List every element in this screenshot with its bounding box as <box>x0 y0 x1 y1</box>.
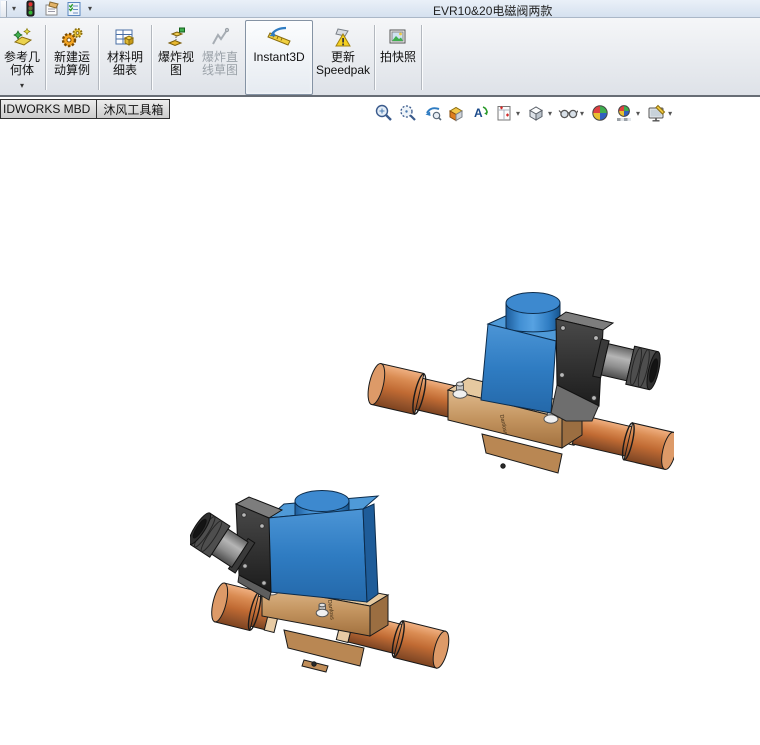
chevron-down-icon[interactable]: ▾ <box>9 4 19 13</box>
instant3d-icon <box>264 25 294 51</box>
window-title: EVR10&20电磁阀两款 <box>433 4 553 18</box>
display-style-icon[interactable] <box>526 103 546 123</box>
view-settings-icon[interactable] <box>646 103 666 123</box>
take-snapshot-button[interactable]: 拍快照 <box>378 20 418 95</box>
heads-up-view-toolbar: A ▾ ▾ ▾ ▾ ▾ <box>372 103 676 123</box>
cable-gland[interactable] <box>592 338 663 391</box>
exploded-view-button[interactable]: 爆炸视 图 <box>155 20 197 95</box>
title-bar: ▾ ▾ EVR10&20电磁阀两款 <box>0 0 760 18</box>
update-speedpak-button[interactable]: 更新 Speedpak <box>315 20 371 95</box>
quick-access-toolbar: ▾ ▾ <box>0 0 95 17</box>
reference-geometry-button[interactable]: 参考几 何体 ▾ <box>2 20 42 95</box>
edit-appearance-icon[interactable] <box>590 103 610 123</box>
button-label-line1: Instant3D <box>253 50 305 64</box>
new-motion-study-button[interactable]: 新建运 动算例 <box>49 20 95 95</box>
view-orientation-icon[interactable] <box>494 103 514 123</box>
toolbar-separator <box>151 25 152 90</box>
model-valve-upper[interactable]: Danfoss <box>366 272 678 479</box>
zoom-to-fit-icon[interactable] <box>374 103 394 123</box>
chevron-down-icon[interactable]: ▾ <box>580 109 584 118</box>
commandmanager-tab-row: IDWORKS MBD 沐风工具箱 <box>0 99 171 119</box>
previous-view-icon[interactable] <box>422 103 442 123</box>
solenoid-coil[interactable] <box>266 490 380 603</box>
bill-of-materials-button[interactable]: 材料明 细表 <box>102 20 148 95</box>
button-label-line2: Speedpak <box>315 63 371 77</box>
button-label-line2: 何体 <box>9 63 34 77</box>
tab-label: 沐风工具箱 <box>103 102 164 117</box>
hide-show-items-icon[interactable] <box>558 103 579 123</box>
button-label-line2: 动算例 <box>53 63 90 77</box>
zoom-to-area-icon[interactable] <box>398 103 418 123</box>
apply-scene-icon[interactable] <box>614 103 634 123</box>
reference-geometry-icon <box>10 25 34 51</box>
button-label-line2: 图 <box>169 63 182 77</box>
button-label-line1: 拍快照 <box>379 50 416 64</box>
svg-text:A: A <box>474 106 483 120</box>
tab-label: IDWORKS MBD <box>3 102 91 116</box>
chevron-down-icon[interactable]: ▾ <box>668 109 672 118</box>
instant3d-button[interactable]: Instant3D <box>245 20 313 95</box>
toolbar-separator <box>45 25 46 90</box>
tab-solidworks-mbd[interactable]: IDWORKS MBD <box>0 99 97 119</box>
new-motion-study-icon <box>59 25 85 51</box>
graphics-area[interactable]: IDWORKS MBD 沐风工具箱 A ▾ ▾ ▾ ▾ ▾ Danfoss Da… <box>0 99 760 745</box>
rebuild-traffic-light-icon[interactable] <box>21 0 39 17</box>
explode-line-sketch-icon <box>208 25 232 51</box>
bill-of-materials-icon <box>113 25 137 51</box>
design-checker-icon[interactable] <box>65 1 83 17</box>
button-label-line2: 线草图 <box>201 63 238 77</box>
explode-line-sketch-button: 爆炸直 线草图 <box>197 20 243 95</box>
update-speedpak-icon <box>330 25 356 51</box>
chevron-down-icon[interactable]: ▾ <box>636 109 640 118</box>
chevron-down-icon[interactable]: ▾ <box>20 79 24 92</box>
model-valve-lower[interactable]: Danfoss <box>188 472 466 677</box>
toolbar-edge-sliver <box>1 0 7 17</box>
dynamic-annotation-views-icon[interactable]: A <box>470 103 490 123</box>
command-manager-toolbar: 参考几 何体 ▾ 新建运 动算例 材料明 细表 爆炸视 图 爆炸直 线草图 In… <box>0 18 760 97</box>
tab-mufeng-toolbox[interactable]: 沐风工具箱 <box>96 99 171 119</box>
chevron-down-icon[interactable]: ▾ <box>516 109 520 118</box>
chevron-down-icon[interactable]: ▾ <box>85 4 95 13</box>
toolbar-separator <box>374 25 375 90</box>
toolbar-separator <box>98 25 99 90</box>
section-view-icon[interactable] <box>446 103 466 123</box>
exploded-view-icon <box>164 25 188 51</box>
edit-note-icon[interactable] <box>43 0 61 17</box>
button-label-line2: 细表 <box>112 63 137 77</box>
toolbar-separator <box>421 25 422 90</box>
take-snapshot-icon <box>386 25 410 51</box>
chevron-down-icon[interactable]: ▾ <box>548 109 552 118</box>
